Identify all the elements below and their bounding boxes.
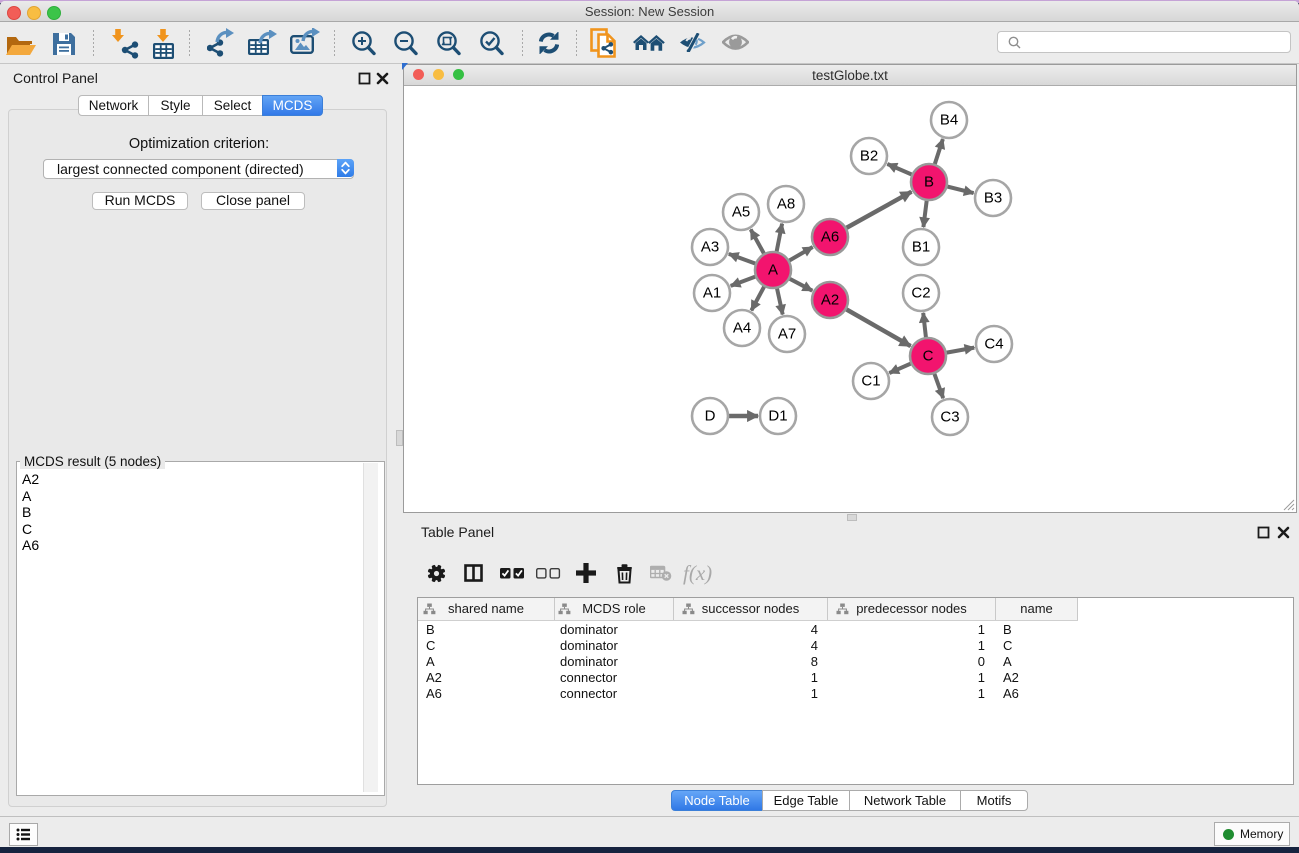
svg-text:A3: A3: [701, 239, 719, 256]
svg-text:A2: A2: [821, 292, 839, 309]
svg-text:A: A: [768, 262, 778, 279]
svg-text:A4: A4: [733, 320, 751, 337]
svg-text:A1: A1: [703, 285, 721, 302]
svg-text:A6: A6: [821, 229, 839, 246]
svg-text:D1: D1: [768, 408, 787, 425]
svg-text:C3: C3: [940, 409, 959, 426]
svg-text:B: B: [924, 174, 934, 191]
svg-text:B4: B4: [940, 112, 958, 129]
svg-text:C2: C2: [911, 285, 930, 302]
svg-text:A7: A7: [778, 326, 796, 343]
svg-text:B3: B3: [984, 190, 1002, 207]
svg-text:A8: A8: [777, 196, 795, 213]
svg-text:B2: B2: [860, 148, 878, 165]
svg-text:D: D: [705, 408, 716, 425]
svg-text:C1: C1: [861, 373, 880, 390]
svg-text:B1: B1: [912, 239, 930, 256]
svg-text:C: C: [923, 348, 934, 365]
svg-text:A5: A5: [732, 204, 750, 221]
svg-text:C4: C4: [984, 336, 1003, 353]
